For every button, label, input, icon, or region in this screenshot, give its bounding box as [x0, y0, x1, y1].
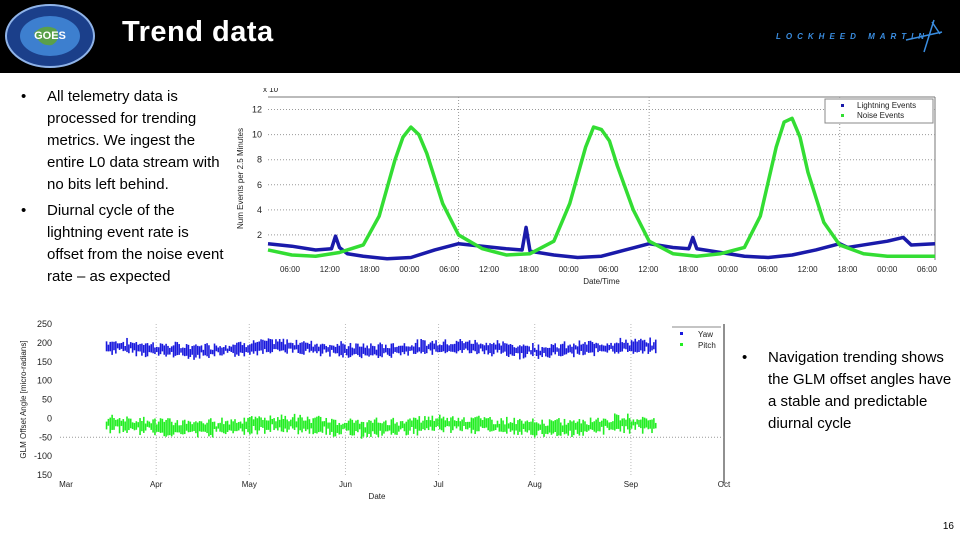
x-axis-label: Date/Time [583, 277, 620, 286]
y-tick-label: 150 [37, 470, 52, 480]
lightning-series-line [267, 225, 936, 261]
x-tick-label: 12:00 [479, 265, 500, 274]
bullet-glyph: • [21, 202, 27, 219]
x-tick-label: Apr [150, 480, 163, 489]
y-axis-label: GLM Offset Angle [micro-radians] [19, 340, 28, 458]
legend-marker [680, 343, 683, 346]
y-tick-label: 6 [257, 180, 262, 190]
y-tick-label: 0 [47, 413, 52, 423]
page-title: Trend data [122, 16, 274, 48]
x-tick-label: 18:00 [678, 265, 699, 274]
y-axis-label: Num Events per 2.5 Minutes [236, 128, 245, 229]
page-number: 16 [942, 521, 954, 532]
legend-label: Lightning Events [857, 101, 916, 110]
x-tick-label: 12:00 [798, 265, 819, 274]
legend-marker [841, 114, 844, 117]
y-tick-label: 8 [257, 155, 262, 165]
y-tick-label: 12 [252, 105, 262, 115]
y-scale-exponent: 5 [280, 88, 284, 89]
x-tick-label: 12:00 [638, 265, 659, 274]
y-tick-label: 10 [252, 130, 262, 140]
bullet-text: Navigation trending shows the GLM offset… [768, 349, 952, 432]
bullet-text: All telemetry data is processed for tren… [47, 88, 220, 193]
pitch-series [105, 413, 657, 439]
y-tick-label: 250 [37, 319, 52, 329]
x-tick-label: 06:00 [280, 265, 301, 274]
y-tick-label: 2 [257, 230, 262, 240]
bullet-item: • Navigation trending shows the GLM offse… [742, 347, 952, 435]
bullet-glyph: • [21, 88, 27, 105]
bullet-item: • Diurnal cycle of the lightning event ra… [21, 200, 226, 288]
x-tick-label: 18:00 [519, 265, 540, 274]
y-tick-label: 4 [257, 205, 262, 215]
offset-angle-chart: 250 200 150 100 50 0 -50 -100 150 Mar Apr May Jun Jul… [19, 319, 731, 501]
event-rate-chart: 2 4 6 8 10 12 06:00 12:00 18:00 00:00 06:00 12:00 18… [236, 88, 938, 286]
x-tick-label: Mar [59, 480, 73, 489]
x-tick-label: 00:00 [559, 265, 580, 274]
x-tick-label: 18:00 [360, 265, 381, 274]
legend-label: Yaw [698, 330, 713, 339]
x-tick-label: May [242, 480, 257, 489]
y-tick-label: 50 [42, 395, 52, 405]
legend-marker [680, 332, 683, 335]
y-tick-label: -100 [34, 451, 52, 461]
lockheed-star-icon [905, 19, 943, 53]
x-tick-label: 06:00 [758, 265, 779, 274]
x-tick-label: 00:00 [877, 265, 898, 274]
y-scale-label: x 10 [263, 88, 279, 94]
y-tick-label: -50 [39, 432, 52, 442]
legend-marker [841, 104, 844, 107]
x-tick-label: Jun [339, 480, 352, 489]
goes-logo-icon: GOES [5, 4, 95, 68]
x-tick-label: 06:00 [917, 265, 938, 274]
noise-series-line [267, 116, 935, 258]
goes-logo-text: GOES [34, 30, 66, 42]
x-tick-label: 00:00 [399, 265, 420, 274]
x-tick-label: 18:00 [837, 265, 858, 274]
x-tick-label: Aug [528, 480, 542, 489]
x-tick-label: 00:00 [718, 265, 739, 274]
right-bullet-list: • Navigation trending shows the GLM offse… [742, 347, 952, 439]
bullet-text: Diurnal cycle of the lightning event rat… [47, 202, 224, 285]
y-tick-label: 150 [37, 357, 52, 367]
x-tick-label: Oct [718, 480, 731, 489]
header-bar: GOES Trend data LOCKHEED MARTIN [0, 0, 960, 73]
y-tick-label: 200 [37, 338, 52, 348]
x-tick-label: Sep [624, 480, 639, 489]
y-tick-label: 100 [37, 376, 52, 386]
bullet-glyph: • [742, 349, 748, 366]
x-tick-label: 06:00 [439, 265, 460, 274]
x-axis-label: Date [369, 492, 386, 501]
x-tick-label: 06:00 [598, 265, 619, 274]
bullet-item: • All telemetry data is processed for tre… [21, 86, 226, 196]
x-tick-label: 12:00 [320, 265, 341, 274]
legend-label: Noise Events [857, 111, 904, 120]
left-bullet-list: • All telemetry data is processed for tre… [21, 86, 226, 292]
lockheed-martin-logo-icon: LOCKHEED MARTIN [776, 18, 946, 58]
yaw-series [105, 337, 657, 360]
x-tick-label: Jul [433, 480, 443, 489]
legend-label: Pitch [698, 341, 716, 350]
